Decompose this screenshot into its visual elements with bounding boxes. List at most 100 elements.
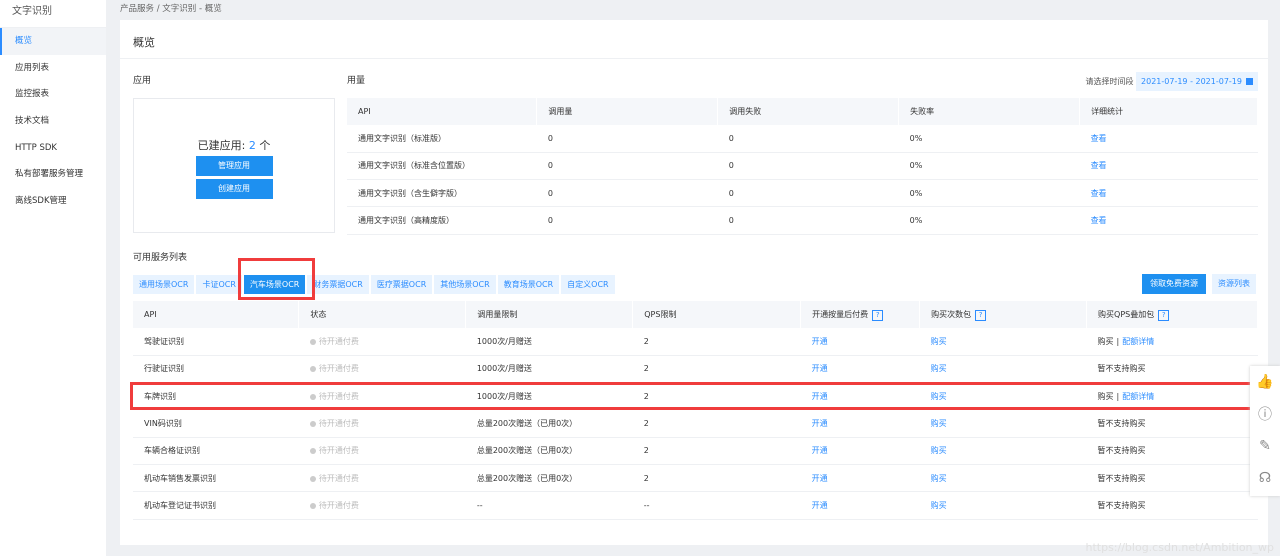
view-link[interactable]: 查看 [1079, 152, 1258, 181]
status-dot-icon [309, 421, 316, 428]
column-header: 详细统计 [1079, 98, 1258, 125]
date-range-input[interactable]: 2021-07-19 - 2021-07-19 [1136, 72, 1258, 91]
buy-package-link[interactable]: 购买 [931, 364, 947, 373]
tab-service[interactable]: 其他场景OCR [434, 275, 496, 294]
edit-icon[interactable]: ✎ [1250, 430, 1280, 462]
qps-limit: 2 [643, 473, 649, 483]
call-limit-cell: 1000次/月赠送 [465, 328, 633, 356]
app-count-value: 2 [248, 139, 256, 152]
enable-postpaid-link-cell: 开通 [800, 382, 920, 411]
help-icon[interactable]: ⓘ [1250, 398, 1280, 430]
sidebar-item[interactable]: 概览 [0, 28, 106, 55]
usage-row: 通用文字识别（标准含位置版） 0 0 0% 查看 [347, 152, 1258, 181]
thumbs-up-icon[interactable]: 👍 [1250, 366, 1280, 398]
date-range-value: 2021-07-19 - 2021-07-19 [1141, 77, 1242, 86]
tab-service[interactable]: 通用场景OCR [133, 275, 195, 294]
status-dot-icon [309, 448, 316, 455]
usage-table: API 调用量 调用失败 失败率 详细统计 通用文字识别（标准版） 0 0 0% 查看 通用文字识别… [347, 98, 1258, 235]
call-limit-cell: 1000次/月赠送 [465, 382, 633, 411]
status-badge-cell: 待开通付费 [298, 409, 466, 438]
tab-service[interactable]: 教育场景OCR [497, 275, 560, 294]
usage-cell: 0% [898, 179, 1080, 208]
headset-icon[interactable]: ☊ [1250, 462, 1280, 494]
api-name: 车辆合格证识别 [144, 446, 200, 456]
enable-postpaid-link[interactable]: 开通 [812, 474, 828, 483]
sidebar-item[interactable]: 技术文档 [0, 108, 106, 135]
qps-unsupported: 暂不支持购买 [1097, 500, 1146, 510]
sidebar-item[interactable]: 私有部署服务管理 [0, 161, 106, 188]
buy-package-link[interactable]: 购买 [931, 501, 947, 510]
enable-postpaid-link[interactable]: 开通 [812, 446, 828, 455]
buy-qps-link[interactable]: 购买 [1098, 392, 1114, 401]
help-icon[interactable]: ? [1158, 309, 1170, 321]
api-name: 行驶证识别 [144, 364, 184, 374]
help-icon[interactable]: ? [975, 309, 987, 321]
call-limit: 1000次/月赠送 [476, 391, 532, 401]
call-limit: 总量200次赠送（已用0次） [476, 473, 578, 483]
view-link[interactable]: 查看 [1079, 179, 1258, 208]
apps-title: 应用 [133, 76, 152, 86]
enable-postpaid-link[interactable]: 开通 [812, 419, 828, 428]
service-tabs: 通用场景OCR 卡证OCR 汽车场景OCR 财务票据OCR 医疗票据OCR 其他场景OCR… [133, 275, 615, 294]
qps-limit-cell: 2 [632, 355, 801, 384]
enable-postpaid-link[interactable]: 开通 [812, 364, 828, 373]
view-link[interactable]: 查看 [1079, 206, 1258, 235]
manage-apps-button[interactable]: 管理应用 [195, 156, 273, 176]
usage-cell: 通用文字识别（标准含位置版） [347, 152, 537, 181]
qps-limit-cell: 2 [632, 464, 801, 493]
qps-unsupported: 暂不支持购买 [1097, 473, 1146, 483]
sidebar-item[interactable]: 应用列表 [0, 55, 106, 82]
quota-details-link[interactable]: 配额详情 [1122, 392, 1154, 401]
status-badge-cell: 待开通付费 [298, 437, 466, 465]
resource-list-button[interactable]: 资源列表 [1212, 274, 1256, 294]
enable-postpaid-link[interactable]: 开通 [812, 337, 828, 346]
sidebar-item[interactable]: 监控报表 [0, 81, 106, 108]
buy-package-link[interactable]: 购买 [931, 419, 947, 428]
claim-free-resources-button[interactable]: 领取免费资源 [1142, 274, 1206, 294]
status-badge-cell: 待开通付费 [298, 328, 466, 356]
status-badge: 待开通付费 [318, 336, 359, 346]
call-limit: 1000次/月赠送 [476, 364, 532, 374]
usage-cell: 0 [717, 179, 899, 208]
app-count: 已建应用: 2 个 [134, 137, 334, 153]
buy-package-link-cell: 购买 [919, 409, 1087, 438]
enable-postpaid-link[interactable]: 开通 [812, 501, 828, 510]
quota-details-link[interactable]: 配额详情 [1122, 337, 1154, 346]
view-link[interactable]: 查看 [1079, 125, 1258, 153]
buy-package-link[interactable]: 购买 [931, 446, 947, 455]
enable-postpaid-link-cell: 开通 [800, 491, 920, 520]
service-row: 行驶证识别 待开通付费 1000次/月赠送 2 开通 购买 暂不支持购买 [133, 355, 1258, 384]
qps-package-cell: 暂不支持购买 [1086, 491, 1258, 520]
tab-service[interactable]: 汽车场景OCR [243, 275, 306, 294]
enable-postpaid-link[interactable]: 开通 [812, 392, 828, 401]
call-limit-cell: -- [465, 491, 633, 520]
tab-service[interactable]: 卡证OCR [196, 275, 242, 294]
app-count-unit: 个 [259, 139, 271, 152]
tab-service[interactable]: 自定义OCR [561, 275, 615, 294]
status-dot-icon [309, 475, 316, 482]
buy-qps-link[interactable]: 购买 [1098, 337, 1114, 346]
buy-package-link[interactable]: 购买 [931, 474, 947, 483]
buy-package-link[interactable]: 购买 [931, 392, 947, 401]
help-icon[interactable]: ? [872, 309, 884, 321]
buy-package-link[interactable]: 购买 [931, 337, 947, 346]
usage-cell: 0 [536, 125, 718, 153]
status-dot-icon [309, 393, 316, 400]
floating-toolbar: 👍 ⓘ ✎ ☊ [1250, 366, 1280, 496]
call-limit: 总量200次赠送（已用0次） [476, 419, 578, 429]
status-badge: 待开通付费 [318, 419, 359, 429]
column-header: API [133, 301, 300, 328]
services-header-row: API 状态 调用量限制 QPS限制 开通按量后付费? 购买次数包? 购买QPS叠加包? [133, 301, 1258, 328]
create-app-button[interactable]: 创建应用 [195, 179, 273, 199]
sidebar-item[interactable]: HTTP SDK [0, 135, 106, 162]
usage-cell: 通用文字识别（含生僻字版） [347, 179, 537, 208]
tab-service[interactable]: 医疗票据OCR [370, 275, 433, 294]
call-limit: 1000次/月赠送 [476, 336, 532, 346]
usage-cell: 0 [536, 152, 718, 181]
api-name: 机动车登记证书识别 [144, 500, 216, 510]
usage-cell: 0% [898, 206, 1080, 235]
sidebar-title: 文字识别 [0, 0, 106, 28]
service-row: 机动车销售发票识别 待开通付费 总量200次赠送（已用0次） 2 开通 购买 暂不支持购买 [133, 464, 1258, 493]
tab-service[interactable]: 财务票据OCR [307, 275, 369, 294]
sidebar-item[interactable]: 离线SDK管理 [0, 188, 106, 215]
